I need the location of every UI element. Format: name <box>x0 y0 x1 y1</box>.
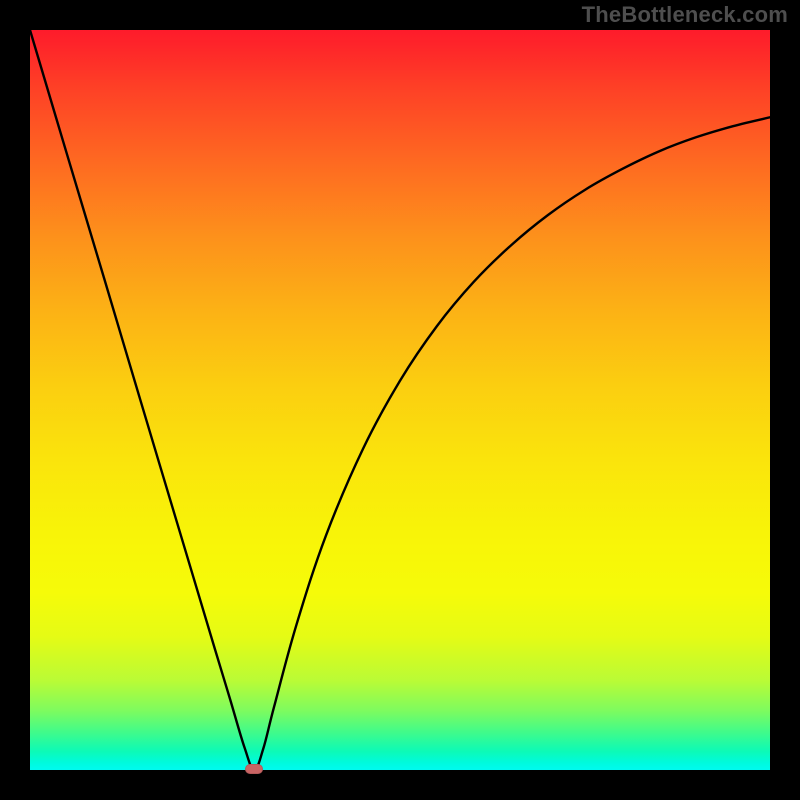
curve-svg <box>30 30 770 770</box>
bottleneck-curve-path <box>30 30 770 770</box>
chart-frame: TheBottleneck.com <box>0 0 800 800</box>
min-marker <box>245 764 263 774</box>
plot-area <box>30 30 770 770</box>
watermark-text: TheBottleneck.com <box>582 2 788 28</box>
